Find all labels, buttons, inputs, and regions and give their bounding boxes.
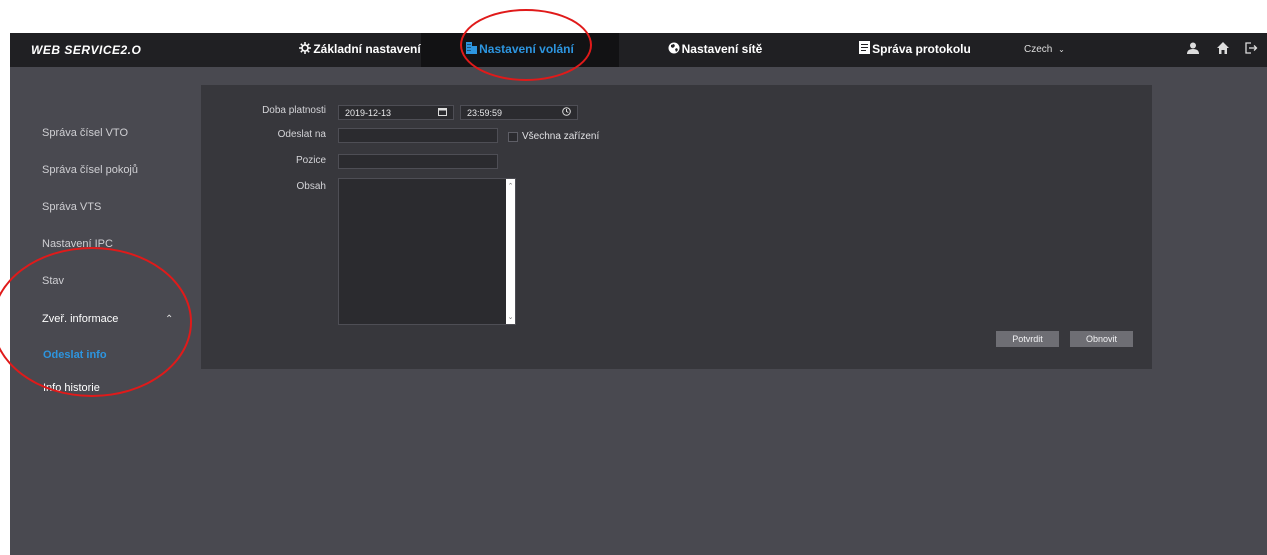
logout-icon[interactable] [1245, 41, 1259, 59]
confirm-button[interactable]: Potvrdit [996, 331, 1059, 347]
nav-network-settings[interactable]: Nastavení sítě [640, 33, 790, 67]
content-label: Obsah [296, 181, 326, 192]
nav-label: Nastavení sítě [681, 42, 763, 56]
refresh-button[interactable]: Obnovit [1070, 331, 1133, 347]
language-select[interactable]: Czech ⌄ [1024, 33, 1065, 67]
clock-icon[interactable] [562, 106, 571, 121]
all-devices-label: Všechna zařízení [522, 131, 600, 142]
nav-call-settings[interactable]: Nastavení volání [421, 33, 619, 67]
all-devices-checkbox[interactable] [508, 132, 518, 142]
content-textarea[interactable]: ⌃ ⌄ [338, 178, 516, 325]
sidebar-item-public-info[interactable]: Zveř. informace [42, 313, 118, 325]
sidebar-item-room-numbers[interactable]: Správa čísel pokojů [42, 164, 138, 176]
date-value: 2019-12-13 [345, 108, 392, 118]
globe-icon [668, 34, 680, 66]
send-to-input[interactable] [338, 128, 498, 143]
language-value: Czech [1024, 44, 1053, 55]
position-label: Pozice [295, 155, 326, 166]
time-value: 23:59:59 [467, 108, 503, 118]
user-icon[interactable] [1187, 41, 1199, 59]
sidebar-item-vto-numbers[interactable]: Správa čísel VTO [42, 127, 128, 139]
document-icon [859, 34, 871, 66]
app-logo: WEB SERVICE2.O [31, 43, 142, 57]
sidebar-item-vts[interactable]: Správa VTS [42, 201, 101, 213]
nav-label: Nastavení volání [479, 42, 574, 56]
date-field[interactable]: 2019-12-13 [338, 105, 454, 120]
app-window: WEB SERVICE2.O Základní nastavení Nastav… [10, 33, 1267, 555]
calendar-icon[interactable] [438, 106, 447, 121]
send-to-label: Odeslat na [277, 129, 326, 140]
sidebar: Správa čísel VTO Správa čísel pokojů Spr… [10, 67, 190, 555]
nav-label: Správa protokolu [872, 42, 971, 56]
position-input[interactable] [338, 154, 498, 169]
sidebar-item-status[interactable]: Stav [42, 275, 64, 287]
chevron-down-icon: ⌄ [1058, 45, 1065, 54]
sidebar-item-ipc[interactable]: Nastavení IPC [42, 238, 113, 250]
scroll-down-icon[interactable]: ⌄ [506, 313, 515, 321]
building-icon [466, 34, 478, 66]
nav-label: Základní nastavení [313, 42, 421, 56]
textarea-scrollbar[interactable]: ⌃ ⌄ [506, 179, 515, 324]
validity-label: Doba platnosti [262, 105, 326, 116]
time-field[interactable]: 23:59:59 [460, 105, 578, 120]
sidebar-item-info-history[interactable]: Info historie [43, 382, 100, 394]
top-icons [1177, 41, 1267, 59]
scroll-up-icon[interactable]: ⌃ [506, 182, 515, 190]
chevron-up-icon[interactable]: ⌃ [165, 314, 173, 325]
nav-log-management[interactable]: Správa protokolu [840, 33, 990, 67]
top-navigation-bar: WEB SERVICE2.O Základní nastavení Nastav… [10, 33, 1267, 67]
sidebar-item-send-info[interactable]: Odeslat info [43, 349, 107, 361]
home-icon[interactable] [1217, 41, 1229, 59]
send-info-panel: Doba platnosti 2019-12-13 23:59:59 Odesl… [201, 85, 1152, 369]
gear-icon [299, 34, 312, 66]
